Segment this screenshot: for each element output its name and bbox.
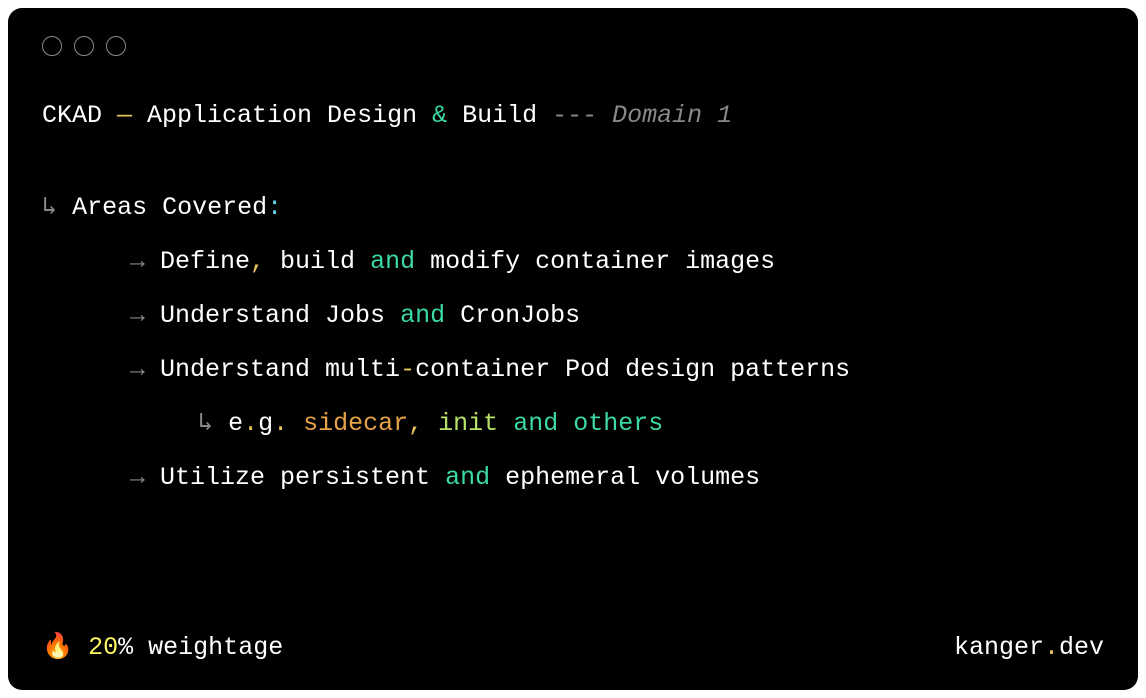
item-text: Understand Jobs and CronJobs	[160, 301, 580, 330]
title-main: Application Design	[147, 101, 432, 130]
maximize-button[interactable]	[106, 36, 126, 56]
weightage-percent-sign: %	[118, 633, 133, 662]
terminal-content: CKAD — Application Design & Build --- Do…	[42, 96, 1104, 594]
enter-arrow-icon: ↳	[42, 193, 72, 222]
title-dash: —	[102, 101, 147, 130]
site-name-post: dev	[1059, 633, 1104, 662]
footer: 🔥 20% weightage kanger.dev	[42, 632, 1104, 662]
weightage-info: 🔥 20% weightage	[42, 632, 283, 662]
areas-label: Areas Covered	[72, 193, 267, 222]
weightage-percent-num: 20	[73, 633, 118, 662]
terminal-window: CKAD — Application Design & Build --- Do…	[8, 8, 1138, 690]
title-tail: Build	[447, 101, 552, 130]
fire-icon: 🔥	[42, 633, 73, 662]
list-item: → Define, build and modify container ima…	[130, 242, 1104, 282]
enter-arrow-icon: ↳	[198, 409, 228, 438]
arrow-right-icon: →	[130, 301, 160, 330]
minimize-button[interactable]	[74, 36, 94, 56]
areas-colon: :	[267, 193, 282, 222]
areas-header: ↳ Areas Covered:	[42, 188, 1104, 228]
title-amp: &	[432, 101, 447, 130]
title-suffix-text: Domain 1	[612, 101, 732, 130]
list-item: → Understand multi-container Pod design …	[130, 350, 1104, 390]
arrow-right-icon: →	[130, 247, 160, 276]
title-line: CKAD — Application Design & Build --- Do…	[42, 96, 1104, 136]
arrow-right-icon: →	[130, 463, 160, 492]
close-button[interactable]	[42, 36, 62, 56]
site-name-pre: kanger	[954, 633, 1044, 662]
item-text: Utilize persistent and ephemeral volumes	[160, 463, 760, 492]
list-item: → Utilize persistent and ephemeral volum…	[130, 458, 1104, 498]
list-items: → Define, build and modify container ima…	[42, 242, 1104, 498]
weightage-label: weightage	[133, 633, 283, 662]
title-suffix-dashes: ---	[552, 101, 612, 130]
item-text: Define, build and modify container image…	[160, 247, 775, 276]
list-item: → Understand Jobs and CronJobs	[130, 296, 1104, 336]
item-text: Understand multi-container Pod design pa…	[160, 355, 850, 384]
arrow-right-icon: →	[130, 355, 160, 384]
window-controls	[42, 36, 1104, 56]
site-attribution: kanger.dev	[954, 633, 1104, 662]
sub-item-text: e.g. sidecar, init and others	[228, 409, 663, 438]
title-prefix: CKAD	[42, 101, 102, 130]
sub-list-item: ↳ e.g. sidecar, init and others	[130, 404, 1104, 444]
site-name-dot: .	[1044, 633, 1059, 662]
